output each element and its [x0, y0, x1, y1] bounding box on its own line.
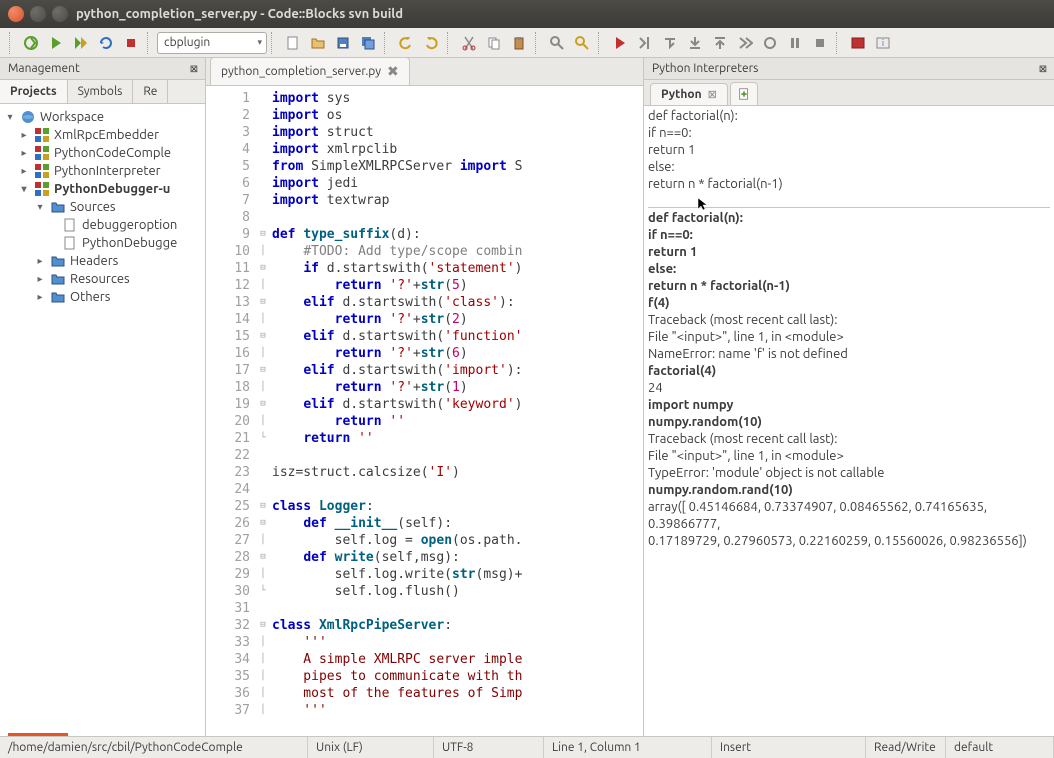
interpreter-panel-close-icon[interactable]: ⊠	[1036, 62, 1050, 76]
status-bar: /home/damien/src/cbil/PythonCodeComple U…	[0, 736, 1054, 758]
undo-button[interactable]	[394, 31, 418, 55]
step-into-instr-button[interactable]	[758, 31, 782, 55]
tab-projects[interactable]: Projects	[0, 80, 68, 104]
management-panel: Management ⊠ Projects Symbols Re ▾Worksp…	[0, 58, 206, 736]
window-close-button[interactable]	[8, 6, 24, 22]
status-language: default	[946, 737, 1054, 758]
window-minimize-button[interactable]	[30, 6, 46, 22]
svg-text:i: i	[882, 38, 884, 48]
window-maximize-button[interactable]	[52, 6, 68, 22]
interpreter-panel: Python Interpreters ⊠ Python ⊠ def facto…	[644, 58, 1054, 736]
interpreter-add-tab[interactable]	[730, 82, 758, 105]
tree-project[interactable]: ▾PythonDebugger-u	[0, 180, 205, 198]
stop-debug-button[interactable]	[808, 31, 832, 55]
tree-project[interactable]: ▸PythonCodeComple	[0, 144, 205, 162]
next-instr-button[interactable]	[733, 31, 757, 55]
cursor-icon	[696, 196, 712, 212]
run-button[interactable]	[44, 31, 68, 55]
tree-workspace[interactable]: ▾Workspace	[0, 108, 205, 126]
management-tabs: Projects Symbols Re	[0, 80, 205, 104]
tree-file[interactable]: PythonDebugge	[0, 234, 205, 252]
management-title: Management	[8, 62, 80, 75]
main-toolbar: cbplugin i	[0, 28, 1054, 58]
step-out-button[interactable]	[708, 31, 732, 55]
debug-run-button[interactable]	[608, 31, 632, 55]
find-button[interactable]	[545, 31, 569, 55]
status-eol: Unix (LF)	[308, 737, 434, 758]
tree-project[interactable]: ▸PythonInterpreter	[0, 162, 205, 180]
new-file-button[interactable]	[281, 31, 305, 55]
window-title: python_completion_server.py - Code::Bloc…	[76, 7, 403, 21]
build-target-combo[interactable]: cbplugin	[157, 32, 267, 54]
status-path: /home/damien/src/cbil/PythonCodeComple	[0, 737, 308, 758]
info-button[interactable]: i	[871, 31, 895, 55]
project-tree[interactable]: ▾Workspace▸XmlRpcEmbedder▸PythonCodeComp…	[0, 104, 205, 736]
interpreter-tab[interactable]: Python ⊠	[650, 83, 728, 105]
redo-button[interactable]	[419, 31, 443, 55]
tree-folder[interactable]: ▸Others	[0, 288, 205, 306]
save-all-button[interactable]	[356, 31, 380, 55]
code-editor[interactable]: 1 2 3 4 5 6 7 8 9 10 11 12 13 14 15 16 1…	[206, 86, 643, 736]
debug-windows-button[interactable]	[846, 31, 870, 55]
tab-resources[interactable]: Re	[133, 80, 168, 103]
replace-button[interactable]	[570, 31, 594, 55]
tree-project[interactable]: ▸XmlRpcEmbedder	[0, 126, 205, 144]
tab-symbols[interactable]: Symbols	[68, 80, 134, 103]
paste-button[interactable]	[507, 31, 531, 55]
cut-button[interactable]	[457, 31, 481, 55]
tree-file[interactable]: debuggeroption	[0, 216, 205, 234]
editor-tab[interactable]: python_completion_server.py ✖	[210, 58, 410, 85]
rebuild-button[interactable]	[94, 31, 118, 55]
interpreter-title: Python Interpreters	[652, 62, 758, 75]
accent-bar	[8, 733, 68, 736]
open-file-button[interactable]	[306, 31, 330, 55]
tree-folder[interactable]: ▸Resources	[0, 270, 205, 288]
status-mode: Insert	[712, 737, 866, 758]
management-close-icon[interactable]: ⊠	[187, 62, 201, 76]
copy-button[interactable]	[482, 31, 506, 55]
interpreter-tab-close-icon[interactable]: ⊠	[708, 88, 717, 101]
run-to-cursor-button[interactable]	[633, 31, 657, 55]
next-line-button[interactable]	[658, 31, 682, 55]
break-button[interactable]	[783, 31, 807, 55]
editor-tab-close-icon[interactable]: ✖	[387, 63, 399, 80]
build-button[interactable]	[19, 31, 43, 55]
status-readwrite: Read/Write	[866, 737, 946, 758]
editor-area: python_completion_server.py ✖ 1 2 3 4 5 …	[206, 58, 644, 736]
tree-folder[interactable]: ▸Headers	[0, 252, 205, 270]
save-button[interactable]	[331, 31, 355, 55]
interpreter-console[interactable]: def factorial(n): if n==0: return 1 else…	[644, 106, 1054, 736]
step-into-button[interactable]	[683, 31, 707, 55]
window-titlebar: python_completion_server.py - Code::Bloc…	[0, 0, 1054, 28]
status-position: Line 1, Column 1	[544, 737, 712, 758]
tree-folder[interactable]: ▾Sources	[0, 198, 205, 216]
abort-button[interactable]	[119, 31, 143, 55]
build-run-button[interactable]	[69, 31, 93, 55]
status-encoding: UTF-8	[434, 737, 544, 758]
editor-tab-label: python_completion_server.py	[221, 65, 381, 78]
